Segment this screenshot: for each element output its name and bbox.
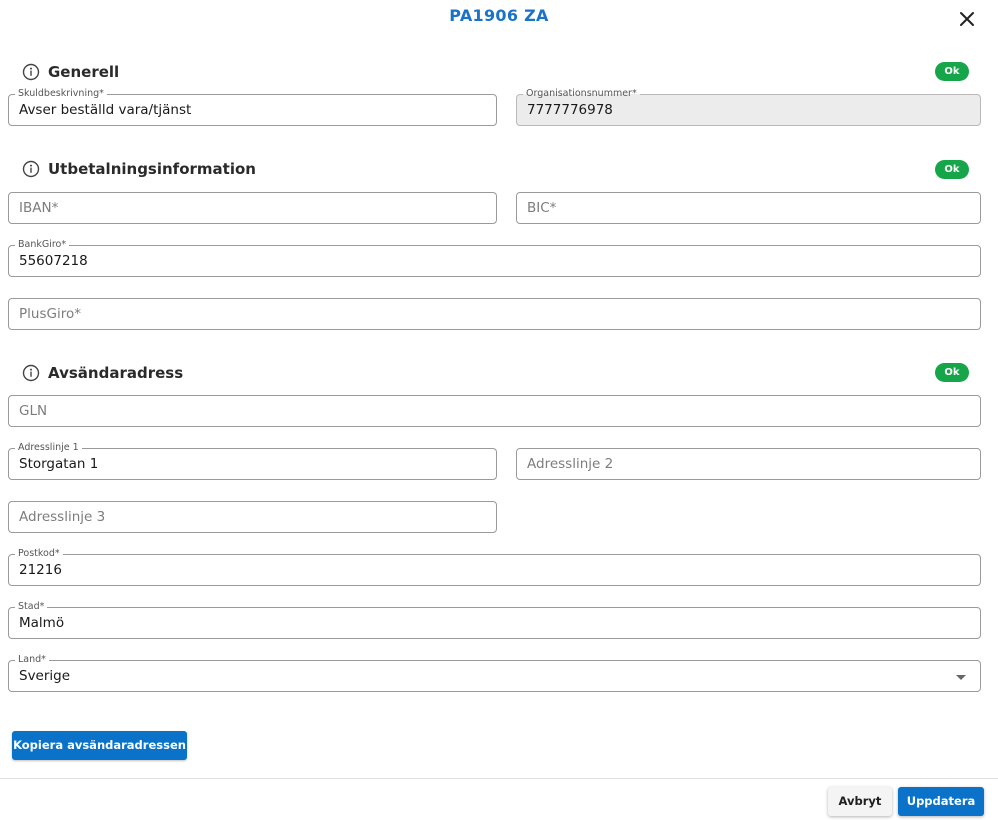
debt-description-value: Avser beställd vara/tjänst (19, 102, 192, 118)
section-title-general: Generell (48, 63, 120, 81)
section-header-sender: Avsändaradress (22, 362, 183, 384)
copy-sender-address-button[interactable]: Kopiera avsändaradressen (12, 731, 187, 760)
city-value: Malmö (19, 615, 65, 631)
footer-divider (0, 778, 998, 779)
bic-field[interactable]: BIC* (516, 192, 981, 224)
cancel-button[interactable]: Avbryt (828, 787, 892, 816)
debt-description-field[interactable]: Skuldbeskrivning* Avser beställd vara/tj… (8, 88, 497, 126)
postal-code-field[interactable]: Postkod* 21216 (8, 548, 981, 586)
org-number-value: 7777776978 (527, 102, 613, 118)
org-number-field: Organisationsnummer* 7777776978 (516, 88, 981, 126)
debt-description-label: Skuldbeskrivning* (15, 88, 107, 100)
bankgiro-label: BankGiro* (15, 239, 70, 251)
bankgiro-value: 55607218 (19, 253, 88, 269)
postal-code-label: Postkod* (15, 548, 63, 560)
bankgiro-field[interactable]: BankGiro* 55607218 (8, 239, 981, 277)
status-badge-payout: Ok (935, 160, 969, 179)
section-header-general: Generell (22, 61, 119, 83)
postal-code-value: 21216 (19, 562, 62, 578)
org-number-label: Organisationsnummer* (523, 88, 640, 100)
iban-placeholder: IBAN* (19, 200, 59, 216)
city-label: Stad* (15, 601, 48, 613)
country-select[interactable]: Land* Sverige (8, 654, 981, 692)
plusgiro-placeholder: PlusGiro* (19, 306, 81, 322)
gln-field[interactable]: GLN (8, 395, 981, 427)
gln-placeholder: GLN (19, 403, 48, 419)
dialog-title: PA1906 ZA (449, 6, 549, 25)
chevron-down-icon[interactable] (956, 675, 966, 680)
status-badge-general: Ok (935, 62, 969, 81)
iban-field[interactable]: IBAN* (8, 192, 497, 224)
update-button[interactable]: Uppdatera (898, 787, 984, 816)
status-badge-sender: Ok (935, 363, 969, 382)
city-field[interactable]: Stad* Malmö (8, 601, 981, 639)
address-line-2-placeholder: Adresslinje 2 (527, 456, 614, 472)
plusgiro-field[interactable]: PlusGiro* (8, 298, 981, 330)
country-value: Sverige (19, 668, 71, 684)
bic-placeholder: BIC* (527, 200, 557, 216)
section-header-payout: Utbetalningsinformation (22, 158, 256, 180)
address-line-3-field[interactable]: Adresslinje 3 (8, 501, 497, 533)
info-icon[interactable] (22, 160, 40, 178)
country-label: Land* (15, 654, 49, 666)
address-line-1-label: Adresslinje 1 (15, 442, 82, 454)
info-icon[interactable] (22, 364, 40, 382)
section-title-sender: Avsändaradress (48, 364, 184, 382)
close-icon (956, 12, 978, 34)
address-line-3-placeholder: Adresslinje 3 (19, 509, 106, 525)
info-icon[interactable] (22, 63, 40, 81)
section-title-payout: Utbetalningsinformation (48, 160, 256, 178)
close-button[interactable] (956, 8, 978, 30)
address-line-2-field[interactable]: Adresslinje 2 (516, 448, 981, 480)
address-line-1-field[interactable]: Adresslinje 1 Storgatan 1 (8, 442, 497, 480)
address-line-1-value: Storgatan 1 (19, 456, 99, 472)
